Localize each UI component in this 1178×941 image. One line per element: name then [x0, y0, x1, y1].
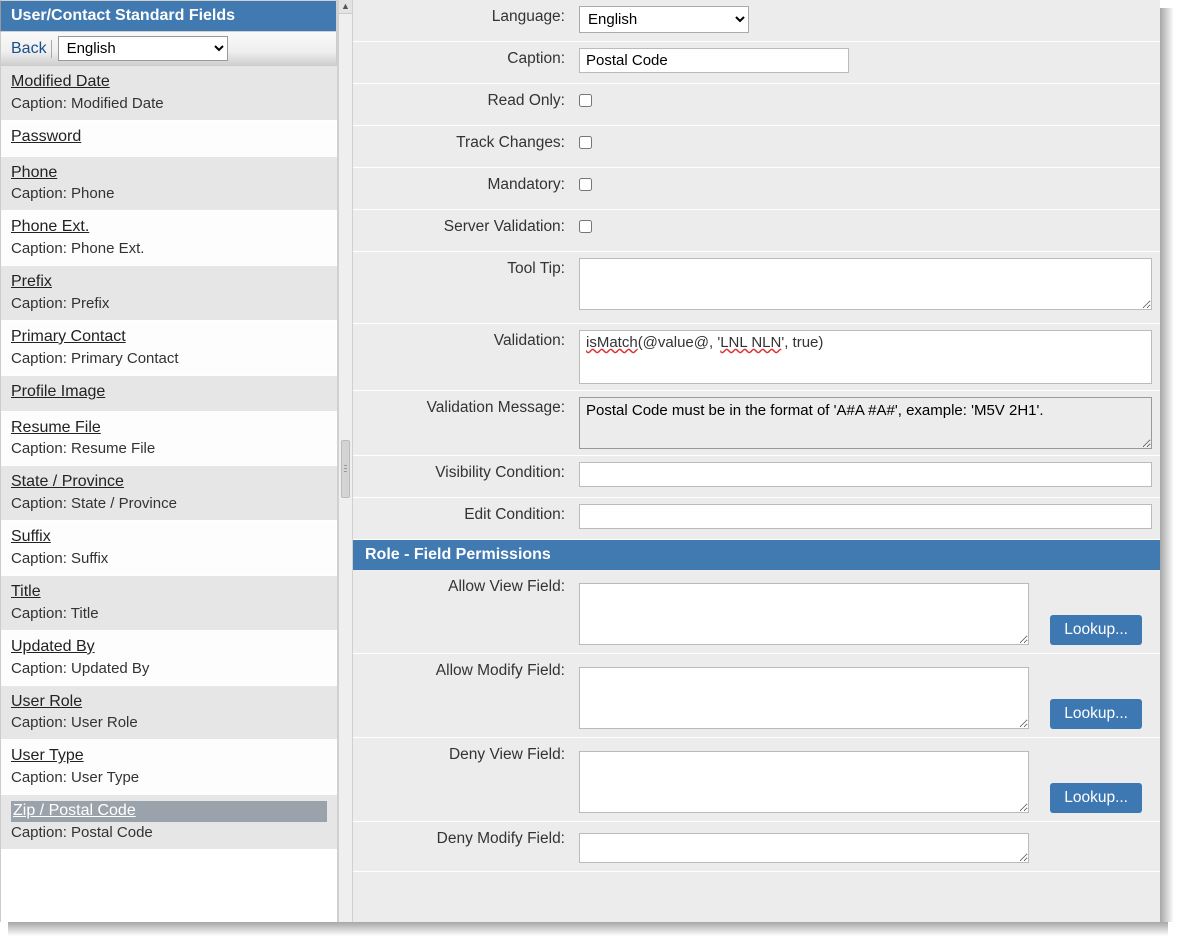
server-validation-checkbox[interactable] [579, 220, 592, 233]
language-select[interactable]: English [579, 6, 749, 33]
field-item-caption: Caption: User Role [11, 714, 327, 731]
field-item-name: State / Province [11, 472, 327, 493]
label-visibility-condition: Visibility Condition: [353, 456, 575, 497]
field-item-name: Phone Ext. [11, 217, 327, 238]
edit-condition-input[interactable] [579, 504, 1152, 529]
field-item-name: Password [11, 127, 327, 148]
label-caption: Caption: [353, 42, 575, 83]
field-item-name: Zip / Postal Code [11, 801, 327, 822]
field-item-name: Profile Image [11, 382, 327, 403]
track-changes-checkbox[interactable] [579, 136, 592, 149]
field-item-caption: Caption: Updated By [11, 660, 327, 677]
field-item[interactable]: PhoneCaption: Phone [1, 157, 337, 212]
field-item[interactable]: User RoleCaption: User Role [1, 686, 337, 741]
sidebar-language-select[interactable]: English [58, 36, 228, 61]
label-mandatory: Mandatory: [353, 168, 575, 209]
label-validation-message: Validation Message: [353, 391, 575, 455]
sidebar-title: User/Contact Standard Fields [0, 0, 337, 32]
field-item[interactable]: Primary Contact Caption: Primary Contact [1, 321, 337, 376]
sidebar: User/Contact Standard Fields Back Englis… [0, 0, 338, 922]
label-validation: Validation: [353, 324, 575, 390]
label-track-changes: Track Changes: [353, 126, 575, 167]
field-item[interactable]: State / Province Caption: State / Provinc… [1, 466, 337, 521]
label-allow-modify: Allow Modify Field: [353, 654, 575, 737]
deny-view-textarea[interactable] [579, 751, 1029, 813]
field-item[interactable]: Suffix Caption: Suffix [1, 521, 337, 576]
scroll-up-icon[interactable]: ▲ [339, 0, 352, 14]
deny-view-lookup-button[interactable]: Lookup... [1050, 783, 1142, 813]
field-item-caption: Caption: Postal Code [11, 824, 327, 841]
field-item-name: User Role [11, 692, 327, 713]
allow-modify-textarea[interactable] [579, 667, 1029, 729]
field-item[interactable]: Title Caption: Title [1, 576, 337, 631]
field-item-name: User Type [11, 746, 327, 767]
field-item[interactable]: Modified Date Caption: Modified Date [1, 66, 337, 121]
field-item-name: Primary Contact [11, 327, 327, 348]
label-allow-view: Allow View Field: [353, 570, 575, 653]
field-item-caption: Caption: Primary Contact [11, 350, 327, 367]
label-language: Language: [353, 0, 575, 41]
allow-view-textarea[interactable] [579, 583, 1029, 645]
label-server-validation: Server Validation: [353, 210, 575, 251]
field-item-caption: Caption: Phone [11, 185, 327, 202]
scroll-thumb[interactable] [341, 440, 350, 498]
field-item-caption: Caption: State / Province [11, 495, 327, 512]
field-item[interactable]: Prefix Caption: Prefix [1, 266, 337, 321]
allow-view-lookup-button[interactable]: Lookup... [1050, 615, 1142, 645]
field-item-caption: Caption: Prefix [11, 295, 327, 312]
field-item[interactable]: User Type Caption: User Type [1, 740, 337, 795]
mandatory-checkbox[interactable] [579, 178, 592, 191]
validation-textarea[interactable]: isMatch(@value@, 'LNL NLN', true) [579, 330, 1152, 384]
field-item[interactable]: Updated By Caption: Updated By [1, 631, 337, 686]
read-only-checkbox[interactable] [579, 94, 592, 107]
sidebar-toolbar: Back English [0, 32, 337, 66]
field-item-name: Updated By [11, 637, 327, 658]
field-item[interactable]: Profile Image [1, 376, 337, 412]
main-panel: Language: English Caption: Read Only: Tr… [353, 0, 1160, 922]
field-item-name: Prefix [11, 272, 327, 293]
label-edit-condition: Edit Condition: [353, 498, 575, 539]
field-item-name: Phone [11, 163, 327, 184]
sidebar-scrollbar[interactable]: ▲ [338, 0, 353, 922]
label-read-only: Read Only: [353, 84, 575, 125]
validation-message-textarea[interactable]: Postal Code must be in the format of 'A#… [579, 397, 1152, 449]
field-item-caption: Caption: Resume File [11, 440, 327, 457]
field-item[interactable]: Resume FileCaption: Resume File [1, 412, 337, 467]
back-button[interactable]: Back [7, 40, 52, 58]
label-deny-modify: Deny Modify Field: [353, 822, 575, 871]
field-item-caption: Caption: Modified Date [11, 95, 327, 112]
deny-modify-textarea[interactable] [579, 833, 1029, 863]
field-item-name: Suffix [11, 527, 327, 548]
field-item-name: Title [11, 582, 327, 603]
field-item[interactable]: Zip / Postal Code Caption: Postal Code [1, 795, 337, 850]
permissions-section-header: Role - Field Permissions [353, 540, 1160, 570]
field-item[interactable]: Phone Ext. Caption: Phone Ext. [1, 211, 337, 266]
label-deny-view: Deny View Field: [353, 738, 575, 821]
caption-input[interactable] [579, 48, 849, 73]
field-item-caption: Caption: Title [11, 605, 327, 622]
field-item-caption: Caption: Phone Ext. [11, 240, 327, 257]
field-list[interactable]: Modified Date Caption: Modified Date Passw… [0, 66, 337, 922]
tooltip-textarea[interactable] [579, 258, 1152, 310]
allow-modify-lookup-button[interactable]: Lookup... [1050, 699, 1142, 729]
field-item-name: Resume File [11, 418, 327, 439]
field-item-caption: Caption: User Type [11, 769, 327, 786]
field-item-caption: Caption: Suffix [11, 550, 327, 567]
visibility-condition-input[interactable] [579, 462, 1152, 487]
field-item[interactable]: Password [1, 121, 337, 157]
label-tooltip: Tool Tip: [353, 252, 575, 323]
field-item-name: Modified Date [11, 72, 327, 93]
